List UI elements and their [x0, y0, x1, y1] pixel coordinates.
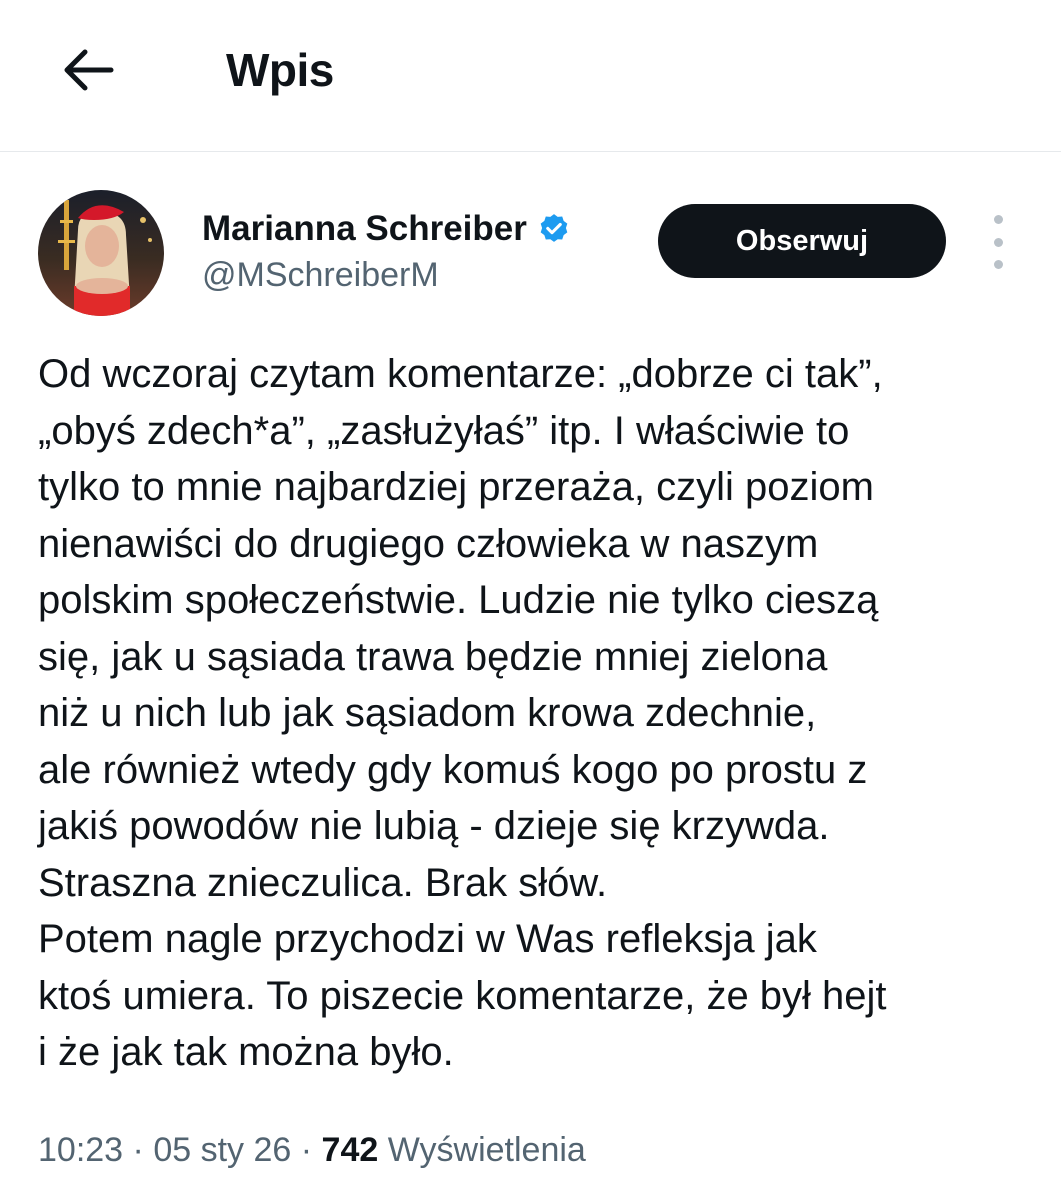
- verified-badge-icon: [540, 214, 568, 242]
- tweet-line: Od wczoraj czytam komentarze: „dobrze ci…: [38, 352, 883, 396]
- tweet-line: polskim społeczeństwie. Ludzie nie tylko…: [38, 578, 879, 622]
- top-bar: Wpis: [0, 0, 1061, 152]
- tweet-line: niż u nich lub jak sąsiadom krowa zdechn…: [38, 691, 817, 735]
- more-vertical-icon-dot: [993, 237, 1003, 247]
- views-label[interactable]: Wyświetlenia: [388, 1131, 586, 1169]
- more-vertical-icon: [993, 215, 1003, 224]
- tweet-line: „obyś zdech*a”, „zasłużyłaś” itp. I właś…: [38, 408, 850, 453]
- tweet-line: się, jak u sąsiada trawa będzie mniej zi…: [38, 634, 828, 679]
- more-options-button[interactable]: [980, 215, 1016, 269]
- tweet-line: Potem nagle przychodzi w Was refleksja j…: [38, 917, 817, 961]
- meta-separator: ·: [132, 1131, 144, 1169]
- more-vertical-icon-dot: [993, 260, 1003, 269]
- tweet-line: ale również wtedy gdy komuś kogo po pros…: [38, 747, 868, 792]
- meta-separator: ·: [300, 1131, 313, 1169]
- follow-button[interactable]: Obserwuj: [658, 204, 946, 278]
- author-display-name: Marianna Schreiber: [202, 209, 527, 248]
- tweet-line: nienawiści do drugiego człowieka w naszy…: [38, 521, 819, 566]
- tweet-time[interactable]: 10:23: [38, 1131, 123, 1169]
- tweet-line: Straszna znieczulica. Brak słów.: [38, 860, 608, 905]
- tweet-line: tylko to mnie najbardziej przeraża, czyl…: [38, 465, 874, 509]
- tweet-line: jakiś powodów nie lubią - dzieje się krz…: [38, 804, 830, 848]
- views-count[interactable]: 742: [322, 1131, 379, 1169]
- tweet-meta: 10:23 · 05 sty 26 · 742 Wyświetlenia: [38, 1128, 586, 1172]
- arrow-left-icon: [64, 49, 114, 91]
- avatar[interactable]: [38, 190, 164, 316]
- page-title: Wpis: [226, 44, 334, 96]
- tweet-date[interactable]: 05 sty 26: [153, 1131, 291, 1169]
- author-name[interactable]: Marianna Schreiber: [202, 208, 571, 250]
- avatar-photo: [38, 190, 164, 316]
- author-handle[interactable]: @MSchreiberM: [202, 254, 439, 296]
- back-button[interactable]: [52, 38, 124, 102]
- tweet-line: ktoś umiera. To piszecie komentarze, że …: [38, 973, 887, 1018]
- tweet-line: i że jak tak można było.: [38, 1030, 454, 1074]
- tweet-text: Od wczoraj czytam komentarze: „dobrze ci…: [38, 346, 1038, 1081]
